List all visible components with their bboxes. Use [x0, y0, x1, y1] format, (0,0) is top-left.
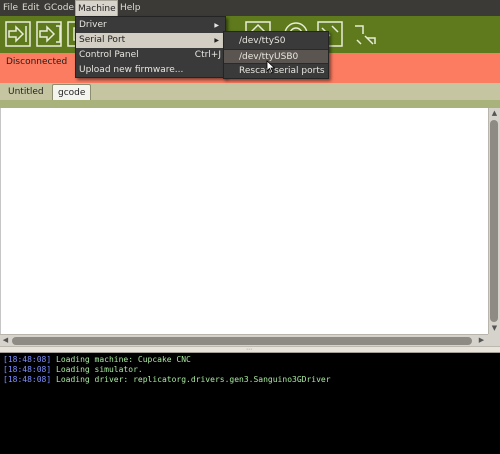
submenu-arrow-icon: ▶ [214, 37, 219, 44]
menu-edit[interactable]: Edit [20, 0, 41, 16]
build-icon [5, 21, 31, 47]
machine-menu: Driver ▶ Serial Port ▶ Control Panel Ctr… [75, 16, 226, 78]
scrollbar-corner [488, 334, 500, 346]
menu-item-driver[interactable]: Driver ▶ [76, 18, 225, 33]
disconnect-button[interactable] [351, 20, 379, 48]
submenu-arrow-icon: ▶ [214, 22, 219, 29]
console-timestamp: [18:48:08] [3, 375, 52, 384]
menu-item-upload-firmware[interactable]: Upload new firmware... [76, 63, 225, 78]
console-timestamp: [18:48:08] [3, 365, 52, 374]
disconnect-icon [355, 25, 376, 45]
console-output: [18:48:08] Loading machine: Cupcake CNC … [0, 353, 500, 454]
menu-item-rescan-serial-ports[interactable]: Rescan serial ports [224, 64, 328, 79]
build-button[interactable] [4, 20, 32, 48]
menu-item-dev-ttys0[interactable]: /dev/ttyS0 [224, 34, 328, 49]
console-message: Loading machine: Cupcake CNC [56, 355, 191, 364]
menu-file[interactable]: File [1, 0, 20, 16]
gcode-editor[interactable] [0, 108, 490, 334]
console-line: [18:48:08] Loading simulator. [3, 365, 143, 374]
menu-gcode[interactable]: GCode [42, 0, 76, 16]
menu-item-label: Control Panel [79, 50, 139, 60]
console-line: [18:48:08] Loading driver: replicatorg.d… [3, 375, 331, 384]
horizontal-scrollbar[interactable]: ◀ ▶ [0, 334, 488, 346]
pane-splitter[interactable]: ⋯ [0, 346, 500, 353]
menubar: File Edit GCode Machine Help [0, 0, 500, 16]
scroll-right-icon[interactable]: ▶ [476, 335, 487, 346]
scroll-up-icon[interactable]: ▲ [489, 108, 500, 119]
vertical-scroll-thumb[interactable] [490, 120, 498, 322]
status-text: Disconnected [6, 57, 68, 67]
menu-item-serial-port[interactable]: Serial Port ▶ [76, 33, 225, 48]
menu-item-shortcut: Ctrl+J [194, 50, 221, 60]
menu-item-control-panel[interactable]: Control Panel Ctrl+J [76, 48, 225, 63]
mouse-cursor-icon [266, 60, 276, 74]
menu-help[interactable]: Help [118, 0, 143, 16]
console-line: [18:48:08] Loading machine: Cupcake CNC [3, 355, 191, 364]
serial-port-submenu: /dev/ttyS0 /dev/ttyUSB0 Rescan serial po… [223, 31, 329, 79]
menu-machine[interactable]: Machine [75, 0, 118, 16]
menu-item-dev-ttyusb0[interactable]: /dev/ttyUSB0 [224, 49, 328, 64]
tab-strip [0, 100, 500, 108]
splitter-grip-icon[interactable]: ⋯ [246, 347, 254, 353]
vertical-scrollbar[interactable]: ▲ ▼ [488, 108, 500, 334]
menu-item-label: Upload new firmware... [79, 65, 184, 75]
tab-gcode[interactable]: gcode [52, 84, 92, 101]
scroll-down-icon[interactable]: ▼ [489, 323, 500, 334]
console-message: Loading driver: replicatorg.drivers.gen3… [56, 375, 331, 384]
upload-button[interactable] [35, 20, 63, 48]
tab-untitled[interactable]: Untitled [3, 84, 49, 101]
console-message: Loading simulator. [56, 365, 143, 374]
console-timestamp: [18:48:08] [3, 355, 52, 364]
horizontal-scroll-thumb[interactable] [12, 337, 472, 345]
menu-item-label: Driver [79, 20, 107, 30]
scroll-left-icon[interactable]: ◀ [0, 335, 11, 346]
upload-icon [36, 21, 62, 47]
menu-item-label: Serial Port [79, 35, 126, 45]
